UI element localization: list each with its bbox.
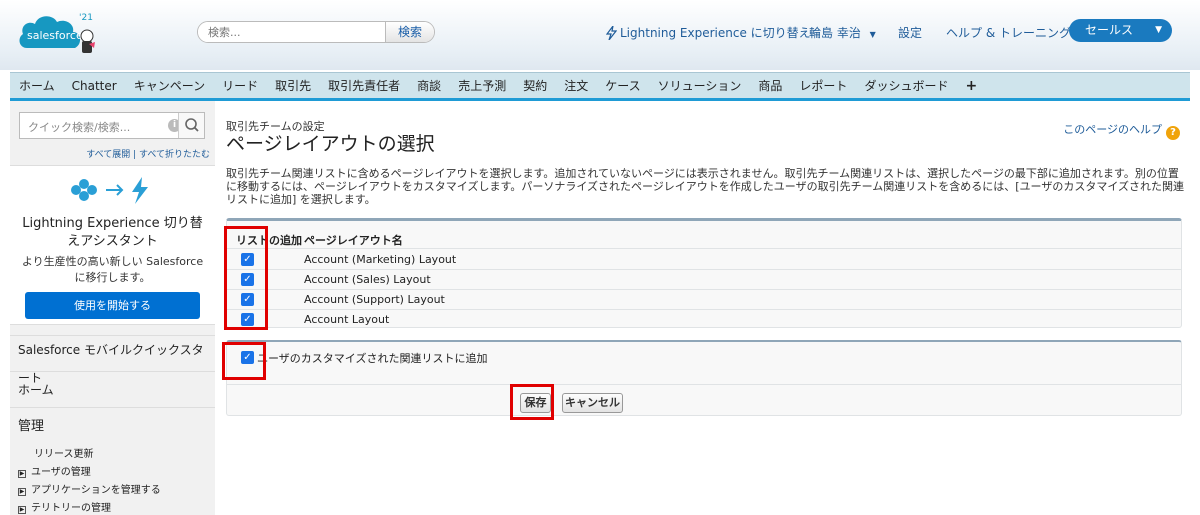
tab-campaigns[interactable]: キャンペーン	[125, 73, 213, 99]
tab-reports[interactable]: レポート	[790, 73, 855, 99]
user-menu[interactable]: 輪島 幸治 ▼	[809, 24, 876, 41]
lightning-bolt-icon	[132, 177, 148, 204]
table-row: ✓ Account (Support) Layout	[227, 290, 1181, 310]
switch-lightning-label: Lightning Experience に切り替え	[620, 26, 811, 40]
table-row: ✓ Account (Marketing) Layout	[227, 250, 1181, 270]
setup-link[interactable]: 設定	[898, 24, 922, 41]
tab-dashboards[interactable]: ダッシュボード	[855, 73, 956, 99]
tab-solutions[interactable]: ソリューション	[649, 73, 750, 99]
logo-year: '21	[79, 13, 93, 23]
tab-chatter[interactable]: Chatter	[63, 73, 125, 99]
layout-name: Account (Marketing) Layout	[304, 253, 457, 266]
sidebar-home-link[interactable]: ホーム	[10, 371, 215, 407]
app-menu-button[interactable]: セールス ▼	[1069, 19, 1172, 42]
caret-down-icon: ▼	[869, 30, 876, 39]
admin-heading: 管理	[10, 407, 215, 447]
salesforce-logo[interactable]: salesforce '21	[17, 8, 95, 58]
page-description: 取引先チーム関連リストに含めるページレイアウトを選択します。追加されていないペー…	[226, 167, 1184, 206]
sidebar-link-label: ユーザの管理	[31, 467, 91, 478]
page-help-link[interactable]: このページのヘルプ?	[1063, 121, 1180, 140]
sidebar-link-label: アプリケーションを管理する	[31, 485, 161, 496]
expand-collapse-links[interactable]: すべて展開 | すべて折りたたむ	[10, 147, 210, 160]
lightning-bolt-icon	[605, 25, 618, 43]
layout-name: Account (Support) Layout	[304, 293, 445, 306]
add-tab-icon[interactable]: +	[956, 73, 985, 99]
highlight-box	[222, 342, 266, 380]
table-row: ✓ Account Layout	[227, 310, 1181, 330]
tab-orders[interactable]: 注文	[555, 73, 596, 99]
lightning-assistant-card: Lightning Experience 切り替えアシスタント より生産性の高い…	[10, 165, 215, 325]
button-bar: 保存 キャンセル	[227, 384, 1181, 416]
app-menu-label: セールス	[1085, 23, 1134, 37]
quick-search[interactable]: クイック検索/検索... i	[19, 112, 205, 139]
quick-search-input[interactable]: クイック検索/検索...	[28, 119, 130, 135]
sidebar-link-release-updates[interactable]: リリース更新	[34, 445, 94, 460]
table-row: ✓ Account (Sales) Layout	[227, 270, 1181, 290]
caret-down-icon: ▼	[1155, 25, 1162, 35]
expand-icon[interactable]: ▶	[18, 506, 26, 514]
lightning-assistant-title: Lightning Experience 切り替えアシスタント	[22, 216, 203, 249]
highlight-box	[224, 226, 268, 330]
tab-forecasts[interactable]: 売上予測	[449, 73, 514, 99]
custom-list-section: ✓ ユーザのカスタマイズされた関連リストに追加 保存 キャンセル	[226, 340, 1182, 416]
search-icon[interactable]	[178, 113, 204, 138]
tab-contacts[interactable]: 取引先責任者	[319, 73, 408, 99]
logo-text: salesforce	[27, 29, 83, 42]
classic-cloud-icon	[71, 179, 97, 201]
switch-lightning-link[interactable]: Lightning Experience に切り替え	[605, 24, 811, 43]
cancel-button[interactable]: キャンセル	[562, 393, 623, 413]
global-search: 検索	[197, 21, 435, 43]
lightning-transition-icon	[70, 174, 160, 206]
tab-bar: ホーム Chatter キャンペーン リード 取引先 取引先責任者 商談 売上予測 契約 注文 ケー…	[10, 72, 1190, 101]
table-header: リストの追加 ページレイアウト名	[227, 229, 1181, 249]
header: salesforce '21 検索 Lightning Experience に…	[0, 0, 1200, 70]
page-title: ページレイアウトの選択	[226, 133, 435, 155]
tab-opportunities[interactable]: 商談	[408, 73, 449, 99]
sidebar-link-manage-apps[interactable]: ▶ アプリケーションを管理する	[18, 481, 161, 496]
page-help-label: このページのヘルプ	[1063, 123, 1162, 136]
expand-icon[interactable]: ▶	[18, 470, 26, 478]
lightning-assistant-subtitle: より生産性の高い新しい Salesforce に移行します。	[21, 255, 204, 284]
layout-table: リストの追加 ページレイアウト名 ✓ Account (Marketing) L…	[226, 218, 1182, 328]
col-name-header: ページレイアウト名	[304, 234, 403, 247]
user-name: 輪島 幸治	[809, 26, 861, 40]
tab-home[interactable]: ホーム	[10, 73, 63, 99]
astro-mascot-icon	[80, 29, 95, 53]
tab-products[interactable]: 商品	[749, 73, 790, 99]
tab-leads[interactable]: リード	[213, 73, 266, 99]
tab-contracts[interactable]: 契約	[514, 73, 555, 99]
tab-accounts[interactable]: 取引先	[266, 73, 319, 99]
layout-name: Account Layout	[304, 313, 390, 326]
sidebar: クイック検索/検索... i すべて展開 | すべて折りたたむ Lightnin…	[10, 101, 215, 515]
sidebar-link-manage-users[interactable]: ▶ ユーザの管理	[18, 463, 91, 478]
tab-cases[interactable]: ケース	[596, 73, 648, 99]
sidebar-link-territories[interactable]: ▶ テリトリーの管理	[18, 499, 111, 514]
global-search-button[interactable]: 検索	[385, 22, 434, 42]
main-content: 取引先チームの設定 ページレイアウトの選択 このページのヘルプ? 取引先チーム関…	[226, 101, 1192, 515]
sidebar-link-label: テリトリーの管理	[31, 503, 111, 514]
help-training-link[interactable]: ヘルプ & トレーニング	[946, 24, 1071, 41]
add-to-custom-label: ユーザのカスタマイズされた関連リストに追加	[257, 352, 488, 365]
get-started-button[interactable]: 使用を開始する	[25, 292, 200, 319]
mobile-quickstart-link[interactable]: Salesforce モバイルクイックスタート	[10, 335, 215, 385]
layout-name: Account (Sales) Layout	[304, 273, 431, 286]
highlight-box	[510, 384, 554, 420]
global-search-input[interactable]	[198, 22, 386, 42]
expand-icon[interactable]: ▶	[18, 488, 26, 496]
help-icon[interactable]: ?	[1166, 126, 1180, 140]
